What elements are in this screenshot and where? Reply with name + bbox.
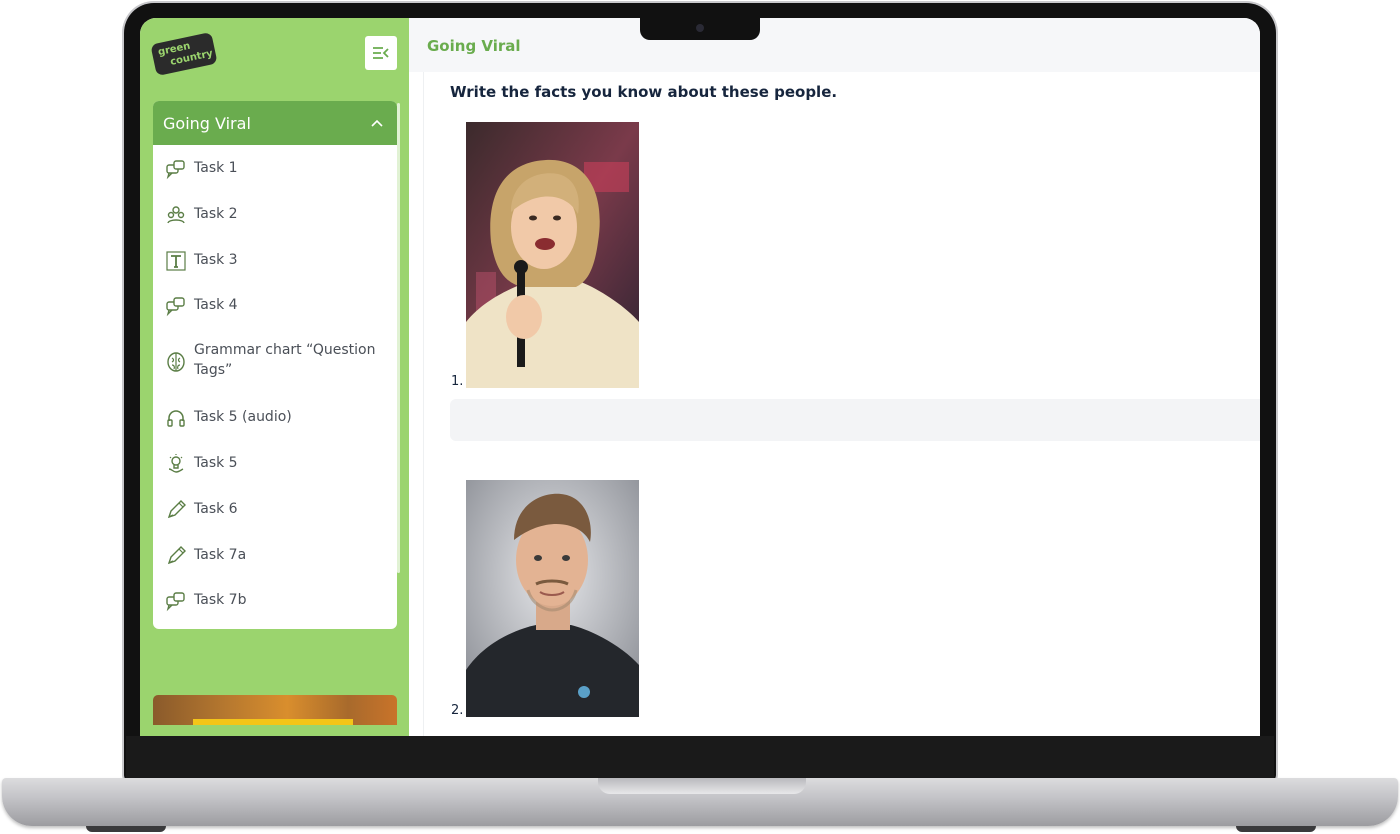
laptop-opening-groove [598, 778, 806, 794]
answer-input-1[interactable] [450, 399, 1260, 441]
task-list: Task 1 Task 2 Task 3 Task 4 Grammar char… [153, 145, 397, 625]
screen: green country Going Viral Task 1 Task 2 … [140, 18, 1260, 736]
speech-bubbles-icon [166, 297, 185, 317]
exercise-prompt: Write the facts you know about these peo… [450, 83, 838, 101]
speech-bubbles-icon [166, 160, 185, 180]
laptop-foot-left [86, 826, 166, 832]
pencil-icon [167, 545, 186, 564]
lightbulb-hand-icon [168, 453, 184, 473]
promo-banner-strip [193, 719, 353, 725]
brain-icon [167, 352, 185, 372]
promo-banner[interactable] [153, 695, 397, 725]
sidebar-item-label: Task 7b [194, 592, 247, 609]
speech-bubbles-icon [166, 592, 185, 612]
sidebar-item-label: Task 4 [194, 297, 238, 314]
top-bar: Going Viral [409, 18, 1260, 72]
sidebar-item-task-5[interactable]: Task 5 [153, 442, 397, 488]
camera-notch [640, 18, 760, 40]
sidebar-item-task-5-audio[interactable]: Task 5 (audio) [153, 396, 397, 442]
sidebar-item-label: Task 5 (audio) [194, 409, 292, 426]
sidebar-item-label: Task 6 [194, 500, 238, 517]
people-icon [167, 206, 185, 224]
sidebar-item-label: Grammar chart “Question Tags” [194, 342, 376, 379]
sidebar: green country Going Viral Task 1 Task 2 … [140, 18, 409, 736]
menu-collapse-icon [373, 47, 389, 59]
sidebar-item-label: Task 3 [194, 251, 238, 268]
headphones-icon [167, 410, 185, 427]
sidebar-item-task-1[interactable]: Task 1 [153, 147, 397, 193]
page-title: Going Viral [427, 37, 521, 55]
sidebar-item-label: Task 7a [194, 546, 247, 563]
camera-icon [696, 24, 704, 32]
man-portrait-photo [466, 480, 639, 717]
green-country-logo[interactable]: green country [150, 31, 218, 77]
lesson-section-title: Going Viral [163, 113, 251, 133]
woman-with-microphone-photo [466, 122, 639, 388]
sidebar-item-label: Task 5 [194, 454, 238, 471]
sidebar-item-grammar-chart[interactable]: Grammar chart “Question Tags” [153, 330, 397, 396]
sidebar-item-label: Task 2 [194, 205, 238, 222]
sidebar-scrollbar[interactable] [397, 103, 400, 573]
sidebar-item-task-4[interactable]: Task 4 [153, 284, 397, 330]
sidebar-item-label: Task 1 [194, 160, 238, 176]
question-number: 2. [451, 703, 464, 718]
laptop-base [2, 778, 1398, 826]
sidebar-item-task-6[interactable]: Task 6 [153, 488, 397, 534]
sidebar-item-task-3[interactable]: Task 3 [153, 239, 397, 285]
laptop-bezel-bottom [126, 736, 1274, 780]
text-icon [166, 250, 186, 271]
lesson-section-header[interactable]: Going Viral [153, 101, 397, 145]
sidebar-item-task-2[interactable]: Task 2 [153, 193, 397, 239]
lesson-menu: Going Viral Task 1 Task 2 Task 3 Task 4 … [153, 101, 397, 629]
question-number: 1. [451, 374, 464, 389]
sidebar-item-task-7a[interactable]: Task 7a [153, 534, 397, 580]
pencil-icon [167, 499, 186, 518]
collapse-sidebar-button[interactable] [365, 36, 397, 70]
chevron-up-icon [371, 119, 383, 127]
laptop-foot-right [1236, 826, 1316, 832]
sidebar-item-task-7b[interactable]: Task 7b [153, 579, 397, 625]
